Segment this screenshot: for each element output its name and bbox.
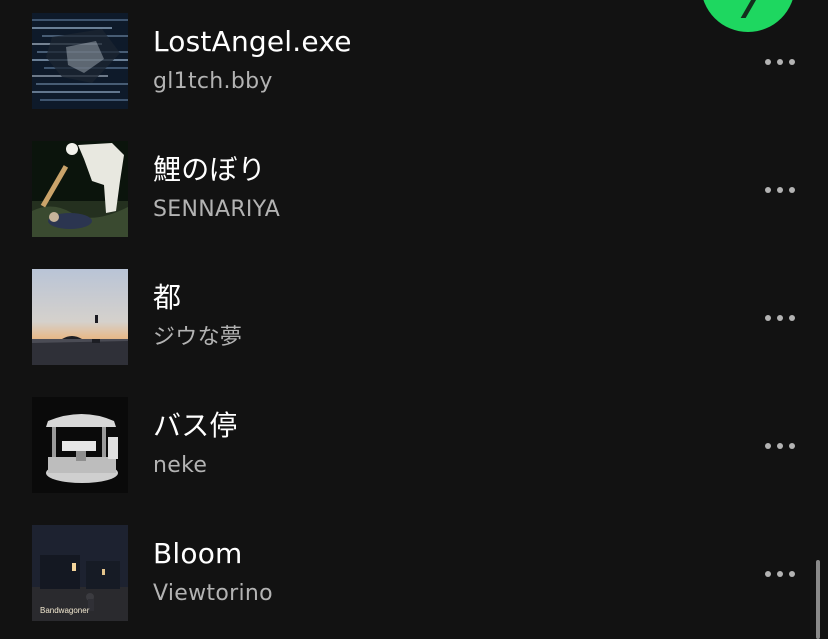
track-row[interactable]: バス停 neke — [0, 397, 828, 493]
track-title: LostAngel.exe — [153, 25, 352, 58]
more-horizontal-icon[interactable] — [754, 427, 806, 463]
more-horizontal-icon[interactable] — [754, 299, 806, 335]
track-row[interactable]: 都 ジウな夢 — [0, 269, 828, 365]
track-artist[interactable]: gl1tch.bby — [153, 67, 273, 97]
track-artist[interactable]: SENNARIYA — [153, 195, 280, 225]
album-cover-glitch — [32, 13, 128, 109]
album-cover-night — [32, 141, 128, 237]
album-cover-bandwagoner: Bandwagoner — [32, 525, 128, 621]
track-artist[interactable]: neke — [153, 451, 207, 481]
track-title: Bloom — [153, 537, 243, 570]
scrollbar[interactable] — [816, 560, 820, 639]
track-title: バス停 — [153, 409, 238, 442]
album-cover-bus-stop — [32, 397, 128, 493]
track-title: 鯉のぼり — [153, 153, 266, 186]
track-artist[interactable]: Viewtorino — [153, 579, 273, 609]
cover-label: Bandwagoner — [40, 606, 90, 615]
track-row[interactable]: LostAngel.exe gl1tch.bby — [0, 13, 828, 109]
more-horizontal-icon[interactable] — [754, 171, 806, 207]
track-row[interactable]: 鯉のぼり SENNARIYA — [0, 141, 828, 237]
play-icon — [730, 0, 759, 18]
more-horizontal-icon[interactable] — [754, 555, 806, 591]
album-cover-sunset — [32, 269, 128, 365]
track-artist[interactable]: ジウな夢 — [153, 323, 242, 353]
track-title: 都 — [153, 281, 182, 314]
track-list: LostAngel.exe gl1tch.bby 鯉のぼり SENNARIYA — [0, 0, 828, 639]
more-horizontal-icon[interactable] — [754, 43, 806, 79]
track-row[interactable]: Bandwagoner Bloom Viewtorino — [0, 525, 828, 621]
